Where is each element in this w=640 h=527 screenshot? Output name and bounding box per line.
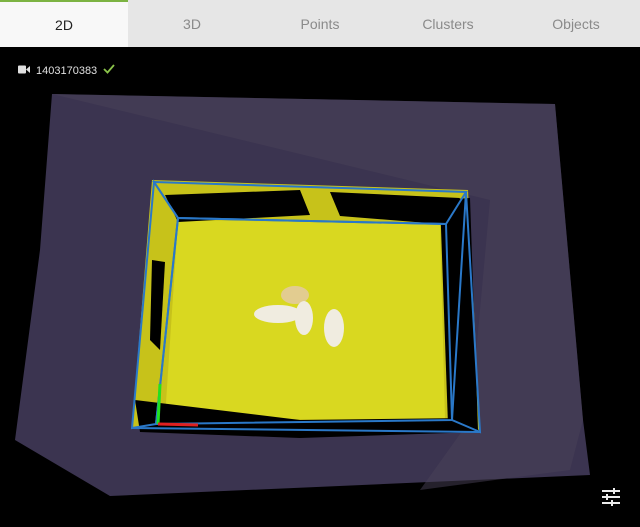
view-tabs: 2D 3D Points Clusters Objects — [0, 0, 640, 47]
camera-id: 1403170383 — [36, 64, 98, 77]
camera-view-2d[interactable] — [0, 47, 640, 527]
checkmark-icon — [103, 64, 115, 77]
tab-points[interactable]: Points — [256, 0, 384, 47]
scene-image — [15, 94, 590, 496]
tab-objects[interactable]: Objects — [512, 0, 640, 47]
sliders-icon[interactable] — [600, 487, 622, 507]
y-axis-green — [156, 383, 162, 425]
x-axis-red — [157, 422, 199, 427]
tab-2d[interactable]: 2D — [0, 0, 128, 47]
tab-3d[interactable]: 3D — [128, 0, 256, 47]
video-camera-icon — [18, 65, 30, 77]
camera-label: 1403170383 — [18, 64, 115, 77]
tab-clusters[interactable]: Clusters — [384, 0, 512, 47]
